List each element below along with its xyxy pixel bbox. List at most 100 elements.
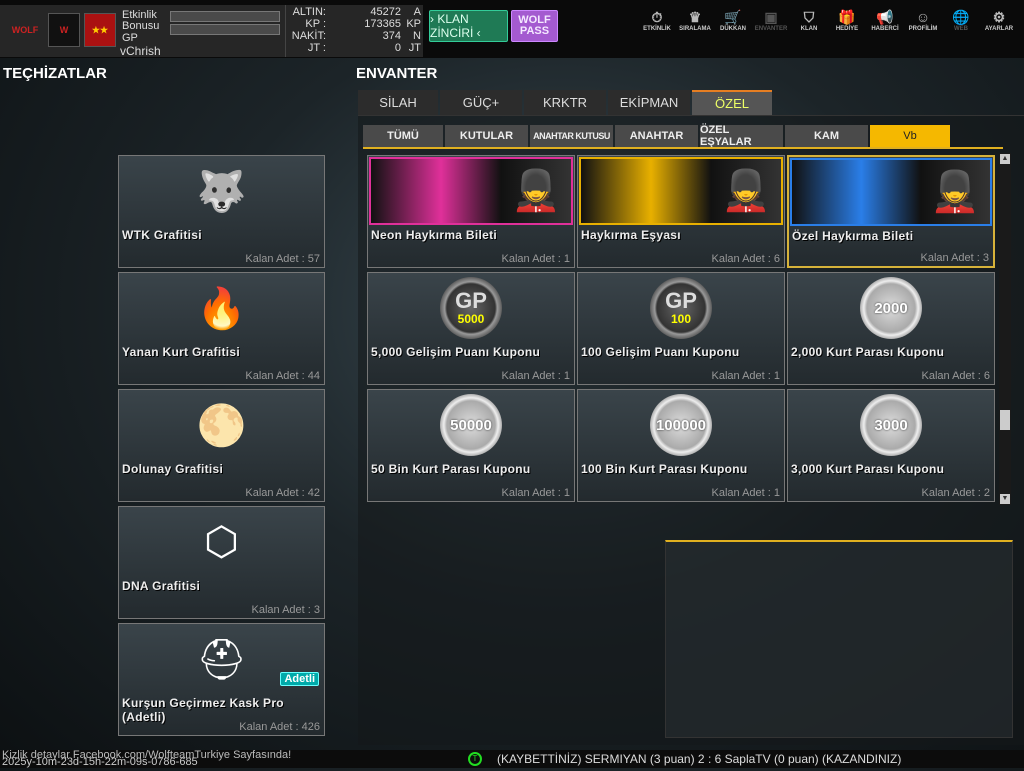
subtab-6[interactable]: Vb [870,125,950,147]
nav-label: PROFİLİM [908,26,938,32]
equipment-name: WTK Grafitisi [122,228,202,242]
item-card[interactable]: 50000 50 Bin Kurt Parası Kuponu Kalan Adet… [367,389,575,502]
nav-gear[interactable]: ⚙ AYARLAR [980,8,1018,32]
gp-mark: GP [665,288,697,313]
nav-ranking[interactable]: ♛ SIRALAMA [676,8,714,32]
subcategory-tabs: TÜMÜ KUTULAR ANAHTAR KUTUSU ANAHTAR ÖZEL EŞY… [363,124,950,148]
kp-coin-icon: 100000 [650,394,712,456]
clan-emblem[interactable]: W [48,13,80,47]
nav-megaphone[interactable]: 📢 HABERCİ [866,8,904,32]
item-banner: 💂 [579,157,783,225]
subtab-5[interactable]: KAM [785,125,868,147]
item-name: 2,000 Kurt Parası Kuponu [791,345,945,359]
gift-icon: 🎁 [838,9,856,25]
equipment-card[interactable]: 🐺 WTK Grafitisi Kalan Adet : 57 [118,155,325,268]
gp-bar [170,24,280,35]
match-result: (KAYBETTİNİZ) SERMIYAN (3 puan) 2 : 6 Sa… [497,752,902,766]
kp-coin-icon: 2000 [860,277,922,339]
scrollbar[interactable]: ▲ ▼ [999,153,1011,505]
item-card[interactable]: GP 100 100 Gelişim Puanı Kuponu Kalan Adet … [577,272,785,385]
tab-3[interactable]: EKİPMAN [608,90,690,115]
item-card[interactable]: 100000 100 Bin Kurt Parası Kuponu Kalan Ad… [577,389,785,502]
equipment-count: Kalan Adet : 44 [245,370,320,382]
item-card[interactable]: 3000 3,000 Kurt Parası Kuponu Kalan Adet :… [787,389,995,502]
currency-label: NAKİT: [291,30,326,42]
equipment-icon: ⬡ [204,520,239,564]
equipment-count: Kalan Adet : 42 [245,487,320,499]
nav-gift[interactable]: 🎁 HEDİYE [828,8,866,32]
equipment-card[interactable]: 🌕 Dolunay Grafitisi Kalan Adet : 42 [118,389,325,502]
item-count: Kalan Adet : 1 [711,487,781,499]
back-icon: « [1018,8,1024,26]
cart-icon: 🛒 [724,9,742,25]
event-bonus-bar [170,11,280,22]
rank-icon: ★★ [84,13,116,47]
coin-value: 5000 [457,312,485,326]
currency-value: 0 [394,42,401,54]
event-bonus-label: Etkinlik Bonusu [122,9,160,32]
subtab-0[interactable]: TÜMÜ [363,125,443,147]
ranking-icon: ♛ [688,9,702,25]
currency-row: JT : 0 JT [286,42,424,54]
klan-zinciri-button[interactable]: › KLAN ZİNCİRİ ‹ [429,10,508,42]
coin-value: 100000 [655,416,707,434]
subtab-3[interactable]: ANAHTAR [615,125,698,147]
subtab-4[interactable]: ÖZEL EŞYALAR [700,124,783,148]
item-card[interactable]: 💂 Neon Haykırma Bileti Kalan Adet : 1 [367,155,575,268]
equipment-title: TEÇHİZATLAR [3,65,107,82]
nav-back[interactable]: «GERİ [1018,8,1024,32]
currency-unit: A [413,6,421,18]
equipment-card[interactable]: 🔥 Yanan Kurt Grafitisi Kalan Adet : 44 [118,272,325,385]
wolf-pass-button[interactable]: WOLF PASS [511,10,558,42]
coin-value: 3000 [874,416,908,434]
equipment-name: DNA Grafitisi [122,579,201,593]
item-banner: 💂 [790,158,992,226]
top-bar: WOLF W ★★ Etkinlik Bonusu GP vChrish ALT… [0,0,1024,58]
profile-panel: WOLF W ★★ Etkinlik Bonusu GP vChrish [0,5,285,57]
equipment-card[interactable]: ⛑ Adetli Kurşun Geçirmez Kask Pro (Adetli)… [118,623,325,736]
item-card[interactable]: GP 5000 5,000 Gelişim Puanı Kuponu Kalan Ad… [367,272,575,385]
nav-cart[interactable]: 🛒 DÜKKAN [714,8,752,32]
nav-label: GERİ [1018,26,1024,32]
nav-shield[interactable]: ⛉ KLAN [790,8,828,32]
coin-value: 100 [670,312,692,326]
coin-image: GP 100 [578,273,784,343]
equipment-count: Kalan Adet : 57 [245,253,320,265]
category-tabs: SİLAH GÜÇ+ KRKTR EKİPMAN ÖZEL [358,90,772,115]
item-card[interactable]: 💂 Haykırma Eşyası Kalan Adet : 6 [577,155,785,268]
subtab-1[interactable]: KUTULAR [445,125,528,147]
item-card[interactable]: 💂 Özel Haykırma Bileti Kalan Adet : 3 [787,155,995,268]
subtab-2[interactable]: ANAHTAR KUTUSU [530,125,613,147]
nav-label: ETKİNLİK [643,26,671,32]
nav-globe[interactable]: 🌐 WEB [942,8,980,32]
scroll-up-icon[interactable]: ▲ [1000,154,1010,164]
equipment-name: Yanan Kurt Grafitisi [122,345,241,359]
currency-label: KP : [305,18,326,30]
tab-1[interactable]: GÜÇ+ [440,90,522,115]
nav-label: SIRALAMA [679,26,711,32]
tab-4[interactable]: ÖZEL [692,90,772,115]
inventory-title: ENVANTER [356,65,438,82]
nav-profile[interactable]: ☺ PROFİLİM [904,8,942,32]
equipment-card[interactable]: ⬡ DNA Grafitisi Kalan Adet : 3 [118,506,325,619]
currency-row: ALTIN: 45272 A [286,6,424,18]
coin-value: 2000 [874,299,908,317]
equipment-image: ⬡ [119,507,324,577]
item-card[interactable]: 2000 2,000 Kurt Parası Kuponu Kalan Adet :… [787,272,995,385]
currency-label: ALTIN: [292,6,326,18]
divider [363,147,1003,149]
tab-2[interactable]: KRKTR [524,90,606,115]
tab-0[interactable]: SİLAH [358,90,438,115]
kp-coin-icon: 50000 [440,394,502,456]
scroll-down-icon[interactable]: ▼ [1000,494,1010,504]
item-name: 100 Gelişim Puanı Kuponu [581,345,740,359]
item-count: Kalan Adet : 1 [711,370,781,382]
scroll-thumb[interactable] [1000,410,1010,430]
currency-label: JT : [307,42,326,54]
equipment-image: 🌕 [119,390,324,460]
equipment-icon: 🐺 [196,169,247,214]
nav-timer[interactable]: ⏱ ETKİNLİK [638,8,676,32]
nav-inventory[interactable]: ▣ ENVANTER [752,8,790,32]
item-name: 5,000 Gelişim Puanı Kuponu [371,345,541,359]
currency-unit: KP [406,18,421,30]
